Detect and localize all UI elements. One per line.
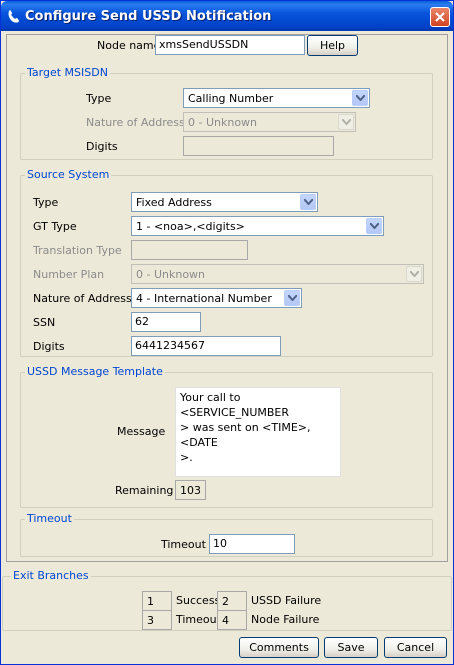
source-digits-label: Digits bbox=[33, 340, 65, 353]
target-type-label: Type bbox=[86, 92, 112, 105]
source-system-legend: Source System bbox=[25, 168, 112, 181]
source-noa-label: Nature of Address bbox=[33, 292, 132, 305]
remaining-label: Remaining bbox=[115, 484, 174, 497]
exit-label: Node Failure bbox=[251, 613, 320, 626]
exit-branches-legend: Exit Branches bbox=[11, 569, 91, 582]
chevron-down-icon bbox=[300, 194, 316, 210]
gt-type-label: GT Type bbox=[33, 220, 77, 233]
gt-type-value: 1 - <noa>,<digits> bbox=[136, 220, 245, 233]
gt-type-select[interactable]: 1 - <noa>,<digits> bbox=[131, 216, 384, 236]
chevron-down-icon bbox=[406, 266, 422, 282]
close-icon bbox=[435, 12, 445, 22]
comments-button[interactable]: Comments bbox=[239, 637, 319, 658]
exit-branches-group: Exit Branches 1 Success 2 USSD Failure 3… bbox=[2, 569, 452, 631]
ussd-template-group: USSD Message Template Message Your call … bbox=[20, 365, 433, 508]
node-name-input[interactable]: xmsSendUSSDN bbox=[155, 35, 305, 55]
help-button[interactable]: Help bbox=[307, 35, 358, 56]
main-panel: Node name xmsSendUSSDN Help Target MSISD… bbox=[6, 34, 448, 562]
target-type-select[interactable]: Calling Number bbox=[183, 88, 370, 108]
target-noa-select[interactable]: 0 - Unknown bbox=[183, 112, 356, 132]
target-msisdn-group: Target MSISDN Type Calling Number Nature… bbox=[20, 66, 433, 160]
save-button[interactable]: Save bbox=[324, 637, 378, 658]
exit-number: 4 bbox=[217, 610, 247, 630]
ssn-input[interactable]: 62 bbox=[131, 312, 201, 332]
exit-number: 1 bbox=[142, 591, 172, 611]
source-system-group: Source System Type Fixed Address GT Type… bbox=[20, 168, 433, 357]
chevron-down-icon bbox=[352, 90, 368, 106]
translation-type-input[interactable] bbox=[131, 240, 248, 260]
number-plan-value: 0 - Unknown bbox=[136, 268, 206, 281]
cancel-button[interactable]: Cancel bbox=[384, 637, 447, 658]
number-plan-label: Number Plan bbox=[33, 268, 105, 281]
phone-icon bbox=[6, 8, 22, 24]
number-plan-select[interactable]: 0 - Unknown bbox=[131, 264, 424, 284]
source-digits-input[interactable]: 6441234567 bbox=[131, 336, 281, 356]
exit-label: Timeout bbox=[176, 613, 221, 626]
source-type-value: Fixed Address bbox=[136, 196, 212, 209]
title-bar[interactable]: Configure Send USSD Notification bbox=[1, 1, 453, 31]
timeout-legend: Timeout bbox=[25, 512, 74, 525]
ussd-template-legend: USSD Message Template bbox=[25, 365, 165, 378]
exit-label: Success bbox=[176, 594, 221, 607]
remaining-count: 103 bbox=[175, 480, 206, 500]
close-button[interactable] bbox=[430, 7, 450, 27]
target-noa-value: 0 - Unknown bbox=[188, 116, 258, 129]
target-msisdn-legend: Target MSISDN bbox=[25, 66, 110, 79]
dialog-window: Configure Send USSD Notification Node na… bbox=[0, 0, 454, 665]
exit-label: USSD Failure bbox=[251, 594, 322, 607]
timeout-input[interactable]: 10 bbox=[209, 534, 295, 554]
message-label: Message bbox=[117, 425, 166, 438]
message-textarea[interactable]: Your call to <SERVICE_NUMBER > was sent … bbox=[175, 387, 341, 477]
exit-number: 2 bbox=[217, 591, 247, 611]
source-noa-select[interactable]: 4 - International Number bbox=[131, 288, 302, 308]
timeout-label: Timeout bbox=[161, 538, 206, 551]
exit-number: 3 bbox=[142, 610, 172, 630]
source-type-select[interactable]: Fixed Address bbox=[131, 192, 318, 212]
target-type-value: Calling Number bbox=[188, 92, 274, 105]
target-digits-input[interactable] bbox=[183, 136, 334, 156]
chevron-down-icon bbox=[338, 114, 354, 130]
target-digits-label: Digits bbox=[86, 140, 118, 153]
source-noa-value: 4 - International Number bbox=[136, 292, 272, 305]
chevron-down-icon bbox=[366, 218, 382, 234]
ssn-label: SSN bbox=[33, 316, 56, 329]
source-type-label: Type bbox=[33, 196, 59, 209]
window-title: Configure Send USSD Notification bbox=[25, 9, 272, 24]
timeout-group: Timeout Timeout 10 bbox=[20, 512, 433, 557]
target-noa-label: Nature of Address bbox=[86, 116, 185, 129]
chevron-down-icon bbox=[284, 290, 300, 306]
node-name-label: Node name bbox=[97, 39, 161, 52]
translation-type-label: Translation Type bbox=[33, 244, 122, 257]
